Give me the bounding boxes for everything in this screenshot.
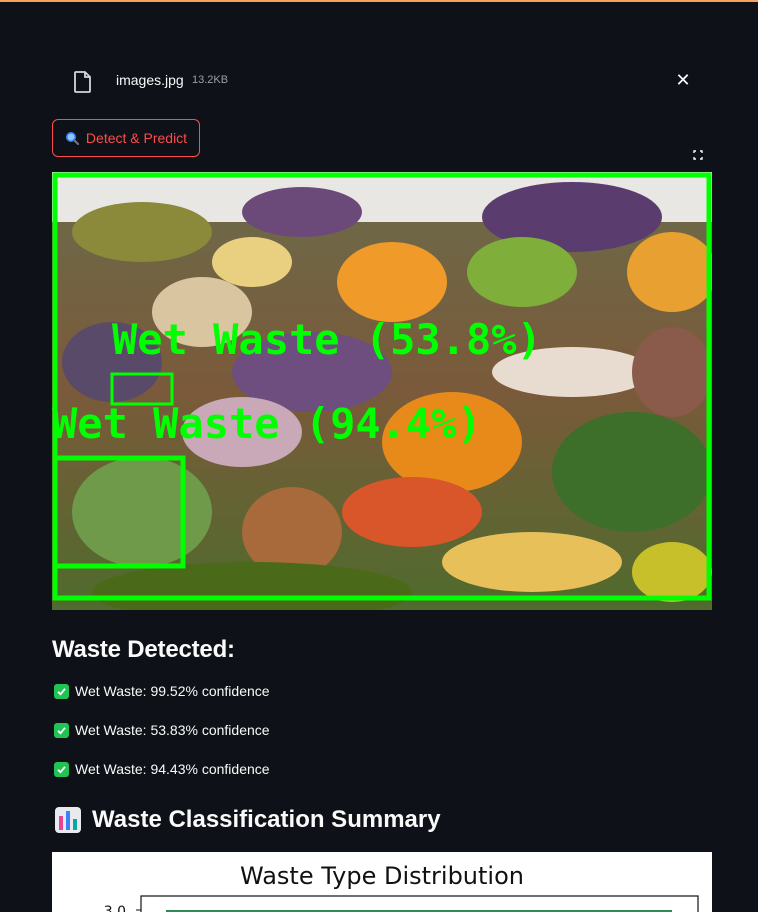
file-icon <box>74 71 91 93</box>
overlay-label-1: Wet Waste (53.8%) <box>112 315 542 364</box>
fullscreen-icon[interactable] <box>688 145 708 165</box>
bar-chart-icon <box>55 807 81 833</box>
detection-text: Wet Waste: 99.52% confidence <box>75 683 270 699</box>
checkmark-icon <box>54 761 69 777</box>
waste-distribution-chart: Waste Type Distribution 3.0 <box>52 852 712 912</box>
magnifier-icon <box>65 132 79 145</box>
top-accent-bar <box>0 0 758 2</box>
checkmark-icon <box>54 683 69 699</box>
summary-heading: Waste Classification Summary <box>92 806 441 833</box>
waste-detected-heading: Waste Detected: <box>52 636 235 663</box>
summary-heading-row: Waste Classification Summary <box>54 806 441 834</box>
detection-item: Wet Waste: 94.43% confidence <box>54 761 270 777</box>
file-name: images.jpg <box>116 72 184 88</box>
detect-predict-button[interactable]: Detect & Predict <box>52 119 200 157</box>
chart-canvas: 3.0 <box>104 895 699 912</box>
detection-text: Wet Waste: 94.43% confidence <box>75 761 270 777</box>
chart-axes-frame <box>140 895 699 912</box>
uploaded-file-row: images.jpg 13.2KB ✕ <box>52 62 712 102</box>
detection-result-image: Wet Waste (53.8%) Wet Waste (94.4%) <box>52 172 712 610</box>
file-size: 13.2KB <box>192 74 229 86</box>
overlay-label-2: Wet Waste (94.4%) <box>52 399 482 448</box>
detection-item: Wet Waste: 99.52% confidence <box>54 683 270 699</box>
detection-item: Wet Waste: 53.83% confidence <box>54 722 270 738</box>
close-icon[interactable]: ✕ <box>672 69 694 91</box>
checkmark-icon <box>54 722 69 738</box>
y-tick-label: 3.0 <box>104 904 126 912</box>
detect-predict-label: Detect & Predict <box>85 130 188 146</box>
detection-text: Wet Waste: 53.83% confidence <box>75 722 270 738</box>
